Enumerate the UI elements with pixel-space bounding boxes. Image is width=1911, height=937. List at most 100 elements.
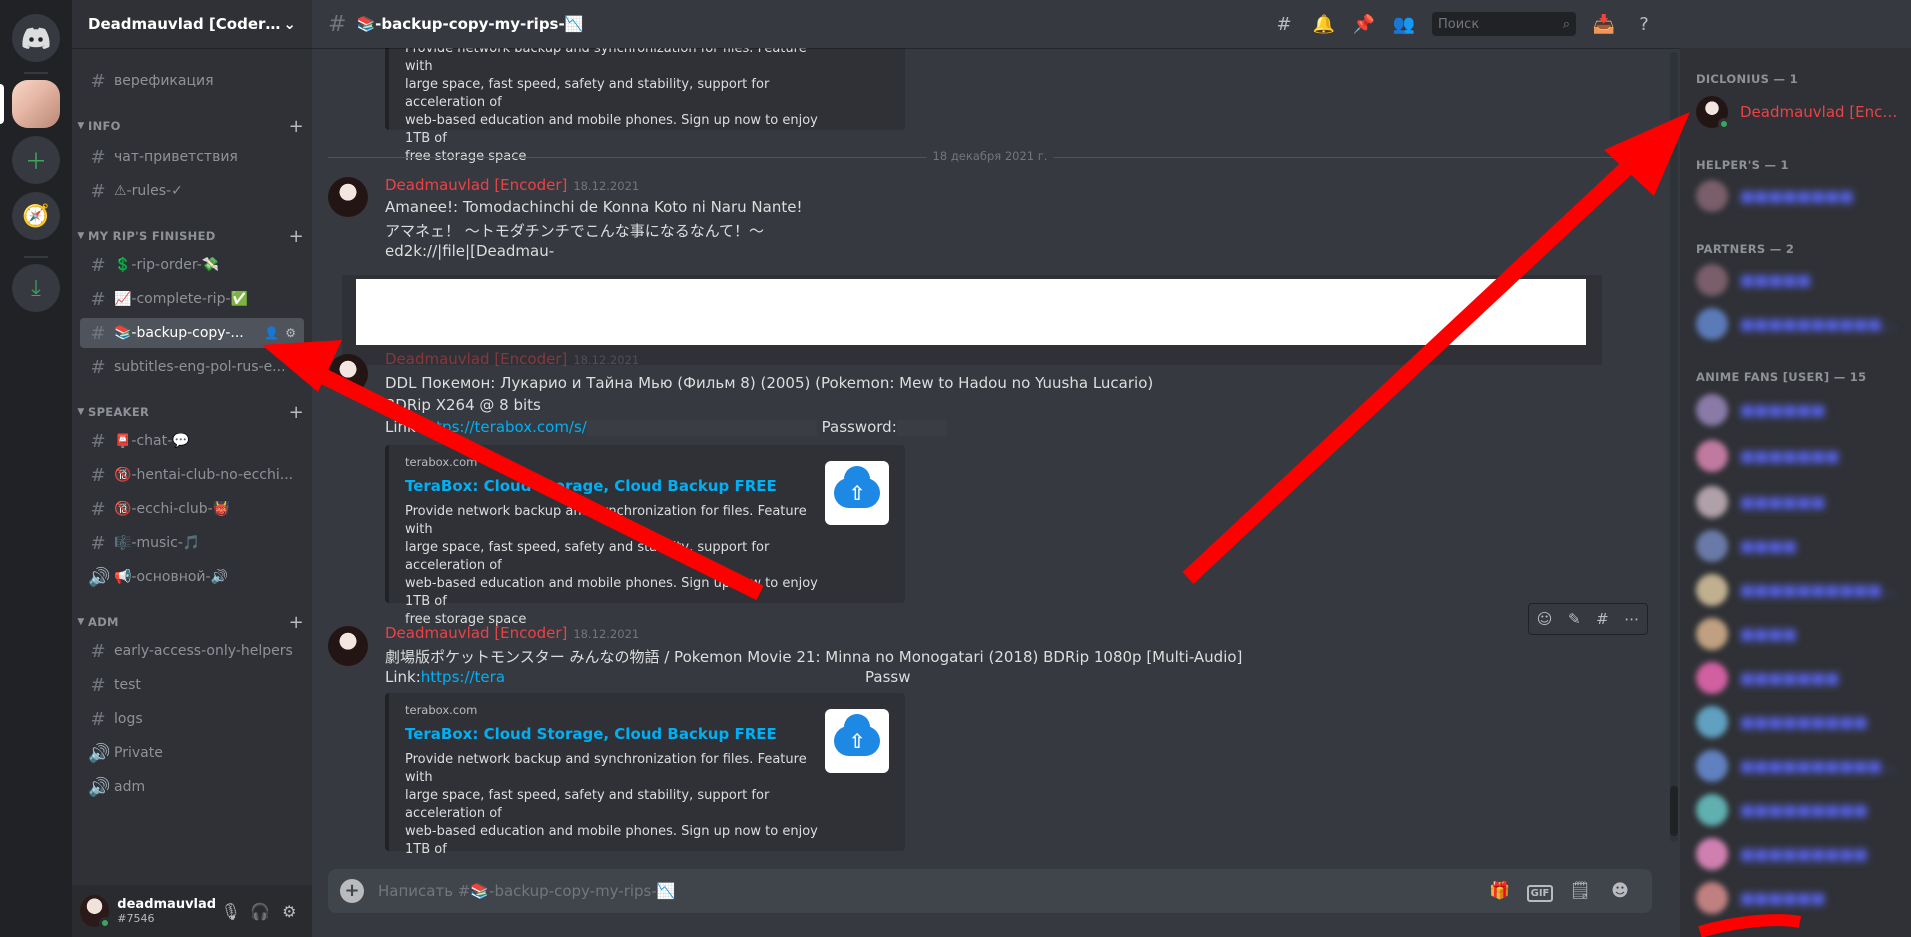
member-item-blurred[interactable]: ■■■■■■■ — [1696, 436, 1903, 476]
message-author[interactable]: Deadmauvlad [Encoder] 18.12.2021 — [385, 624, 639, 642]
hash-icon: # — [90, 254, 106, 276]
voice-channel-item[interactable]: 🔊 adm — [80, 772, 304, 802]
channel-item[interactable]: # 📈-complete-rip-✅ — [80, 284, 304, 314]
more-icon[interactable]: ⋯ — [1624, 610, 1639, 628]
embed-title[interactable]: TeraBox: Cloud Storage, Cloud Backup FRE… — [405, 725, 889, 743]
online-status-icon — [99, 917, 112, 929]
member-item-blurred[interactable]: ■■■■■■■■■ — [1696, 702, 1903, 742]
channel-item[interactable]: # 🔞-hentai-club-no-ecchi... — [80, 460, 304, 490]
scrollbar-thumb[interactable] — [1670, 786, 1678, 836]
category-my-rips-finished[interactable]: ▼ MY RIP'S FINISHED + — [74, 226, 304, 247]
message-input[interactable] — [378, 882, 1480, 900]
emoji-icon[interactable]: ☻ — [1600, 881, 1640, 901]
embed-card: terabox.com TeraBox: Cloud Storage, Clou… — [385, 693, 905, 857]
channel-item[interactable]: # 📮-chat-💬 — [80, 426, 304, 456]
edit-pencil-icon[interactable]: ✎ — [1568, 610, 1581, 628]
hash-icon: # — [90, 674, 106, 696]
redacted-white-box — [356, 279, 1586, 345]
embed-title[interactable]: TeraBox: Cloud Storage, Cloud Backup FRE… — [405, 477, 889, 495]
channel-item[interactable]: # logs — [80, 704, 304, 734]
channel-item[interactable]: # early-access-only-helpers — [80, 636, 304, 666]
date-divider: 18 декабря 2021 г. — [328, 149, 1652, 163]
channel-item[interactable]: # subtitles-eng-pol-rus-e... — [80, 352, 304, 382]
message-link[interactable]: https://terabox.com/s/ — [421, 418, 587, 436]
server-header[interactable]: Deadmauvlad [Coder] Y... ⌄ — [72, 0, 312, 48]
avatar — [1696, 308, 1728, 340]
channel-item[interactable]: # 💲-rip-order-💸 — [80, 250, 304, 280]
terabox-cloud-icon[interactable] — [825, 461, 889, 525]
member-item-blurred[interactable]: ■■■■■■ — [1696, 878, 1903, 918]
inbox-icon[interactable]: 📥 — [1584, 14, 1624, 35]
category-adm[interactable]: ▼ ADM + — [74, 612, 304, 633]
member-item-blurred[interactable]: ■■■■■■■■■ — [1696, 790, 1903, 830]
member-item-blurred[interactable]: ■■■■■■■■■ — [1696, 834, 1903, 874]
avatar[interactable] — [328, 177, 368, 217]
gif-icon[interactable]: GIF — [1520, 881, 1560, 902]
server-icon-deadmauvlad[interactable] — [12, 80, 60, 128]
category-info[interactable]: ▼ INFO + — [74, 116, 304, 137]
category-speaker[interactable]: ▼ SPEAKER + — [74, 402, 304, 423]
mute-microphone-icon[interactable]: 🎙 — [216, 902, 245, 921]
channel-title: 📚-backup-copy-my-rips-📉 — [356, 15, 584, 33]
members-icon[interactable]: 👥 — [1384, 14, 1424, 35]
channel-item[interactable]: # test — [80, 670, 304, 700]
home-button[interactable] — [12, 14, 60, 62]
add-channel-icon[interactable]: + — [289, 116, 304, 137]
avatar[interactable] — [328, 626, 368, 666]
member-item-blurred[interactable]: ■■■■■■■■■■■■■■ — [1696, 570, 1903, 610]
add-reaction-icon[interactable]: ☺ — [1537, 610, 1553, 628]
member-item-blurred[interactable]: ■■■■■■■■■■■■ — [1696, 304, 1903, 344]
member-item-blurred[interactable]: ■■■■■■ — [1696, 390, 1903, 430]
gift-icon[interactable]: 🎁 — [1480, 881, 1520, 901]
add-channel-icon[interactable]: + — [289, 612, 304, 633]
add-channel-icon[interactable]: + — [289, 402, 304, 423]
member-item-blurred[interactable]: ■■■■■■■■■■■■■■ — [1696, 746, 1903, 786]
add-channel-icon[interactable]: + — [289, 226, 304, 247]
message-author[interactable]: Deadmauvlad [Encoder] 18.12.2021 — [385, 176, 639, 194]
message-line: 劇場版ポケットモンスター みんなの物語 / Pokemon Movie 21: … — [385, 648, 1243, 666]
help-icon[interactable]: ? — [1624, 14, 1664, 35]
avatar[interactable] — [328, 354, 368, 394]
headphones-icon[interactable]: 🎧 — [245, 902, 274, 921]
member-item-blurred[interactable]: ■■■■■■■■ — [1696, 176, 1903, 216]
gear-icon[interactable]: ⚙ — [275, 902, 304, 921]
thread-icon[interactable]: # — [1596, 610, 1609, 628]
member-item-blurred[interactable]: ■■■■■■ — [1696, 482, 1903, 522]
search-input[interactable]: Поиск ⌕ — [1432, 12, 1576, 36]
voice-channel-item[interactable]: 🔊 📢-основной-🔊 — [80, 562, 304, 592]
user-names[interactable]: deadmauvlad #7546 — [117, 897, 216, 925]
member-item-blurred[interactable]: ■■■■ — [1696, 526, 1903, 566]
voice-channel-item[interactable]: 🔊 Private — [80, 738, 304, 768]
member-group-label: DICLONIUS — 1 — [1696, 72, 1798, 86]
channel-item[interactable]: # 🔞-ecchi-club-👹 — [80, 494, 304, 524]
member-item-blurred[interactable]: ■■■■■■■ — [1696, 658, 1903, 698]
message-link[interactable]: https://tera — [421, 668, 505, 686]
channel-item[interactable]: # ⚠-rules-✓ — [80, 176, 304, 206]
avatar[interactable] — [80, 895, 112, 929]
bell-icon[interactable]: 🔔 — [1304, 14, 1344, 35]
channel-item[interactable]: # чат-приветствия — [80, 142, 304, 172]
gear-icon[interactable]: ⚙ — [285, 326, 296, 340]
chat-area: # 📚-backup-copy-my-rips-📉 # 🔔 📌 👥 Поиск ⌕… — [312, 0, 1680, 937]
member-item[interactable]: Deadmauvlad [Encoder] — [1696, 92, 1903, 132]
chevron-down-icon: ⌄ — [283, 15, 296, 33]
embed-card: Provide network backup and synchronizati… — [385, 48, 905, 164]
member-item-blurred[interactable]: ■■■■■ — [1696, 260, 1903, 300]
sticker-icon[interactable]: 🗒 — [1560, 881, 1600, 901]
pin-icon[interactable]: 📌 — [1344, 14, 1384, 35]
channel-item-active[interactable]: # 📚-backup-copy-... 👤 ⚙ — [80, 318, 304, 348]
channel-item[interactable]: # 🎼-music-🎵 — [80, 528, 304, 558]
explore-compass-icon[interactable]: 🧭 — [12, 192, 60, 240]
avatar — [1696, 706, 1728, 738]
channel-item[interactable]: # верефикация — [80, 66, 304, 96]
upload-plus-icon[interactable]: + — [340, 879, 364, 903]
hash-icon: # — [90, 464, 106, 486]
threads-icon[interactable]: # — [1264, 14, 1304, 35]
scrollbar[interactable] — [1670, 52, 1678, 842]
message-author[interactable]: Deadmauvlad [Encoder] 18.12.2021 — [385, 350, 639, 368]
invite-icon[interactable]: 👤 — [264, 326, 279, 340]
add-server-icon[interactable]: ＋ — [12, 136, 60, 184]
terabox-cloud-icon[interactable] — [825, 709, 889, 773]
member-item-blurred[interactable]: ■■■■ — [1696, 614, 1903, 654]
download-apps-icon[interactable]: ⤓ — [12, 264, 60, 312]
